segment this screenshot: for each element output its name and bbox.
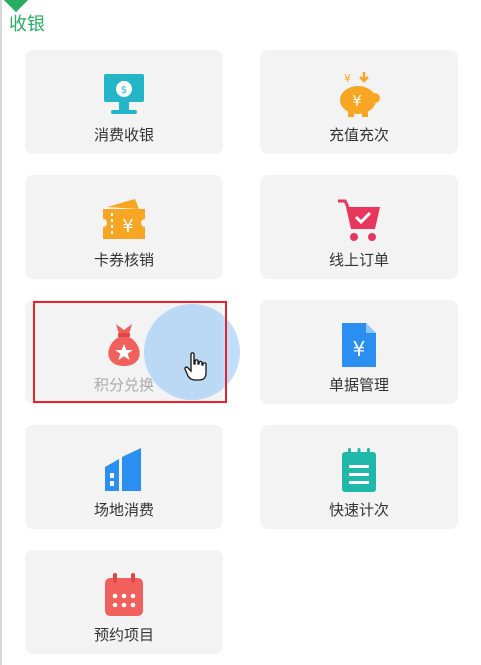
tile-appointment[interactable]: 预约项目 (25, 550, 223, 654)
tile-label: 充值充次 (328, 126, 389, 144)
tile-quick-count[interactable]: 快速计次 (260, 425, 458, 529)
tile-coupon-redeem[interactable]: ¥ 卡券核销 (25, 175, 223, 279)
tile-label: 积分兑换 (93, 376, 154, 394)
coupon-ticket-icon: ¥ (99, 195, 149, 245)
tile-label: 预约项目 (93, 626, 154, 644)
section-title: 收银 (9, 14, 45, 35)
tile-label: 快速计次 (328, 501, 389, 519)
calendar-icon (99, 570, 149, 620)
notepad-icon (334, 445, 384, 495)
shopping-cart-icon (334, 195, 384, 245)
tile-label: 消费收银 (93, 126, 154, 144)
star-money-bag-icon (99, 320, 149, 370)
money-bag-monitor-icon: $ (99, 70, 149, 120)
svg-text:¥: ¥ (122, 216, 133, 237)
tile-label: 线上订单 (328, 251, 389, 269)
tile-label: 场地消费 (93, 501, 154, 519)
svg-text:$: $ (121, 85, 127, 96)
tile-venue-consumption[interactable]: 场地消费 (25, 425, 223, 529)
svg-text:¥: ¥ (352, 92, 362, 110)
tile-points-exchange[interactable]: 积分兑换 (25, 300, 223, 404)
tile-recharge[interactable]: ¥ ¥ 充值充次 (260, 50, 458, 154)
tile-label: 卡券核销 (93, 251, 154, 269)
left-border (0, 0, 2, 665)
tile-online-orders[interactable]: 线上订单 (260, 175, 458, 279)
yen-document-icon: ¥ (334, 320, 384, 370)
tile-consumption-checkout[interactable]: $ 消费收银 (25, 50, 223, 154)
svg-text:¥: ¥ (344, 72, 351, 85)
tile-label: 单据管理 (328, 376, 389, 394)
svg-text:¥: ¥ (353, 337, 366, 361)
piggy-bank-yen-icon: ¥ ¥ (334, 70, 384, 120)
building-icon (99, 445, 149, 495)
tile-document-management[interactable]: ¥ 单据管理 (260, 300, 458, 404)
